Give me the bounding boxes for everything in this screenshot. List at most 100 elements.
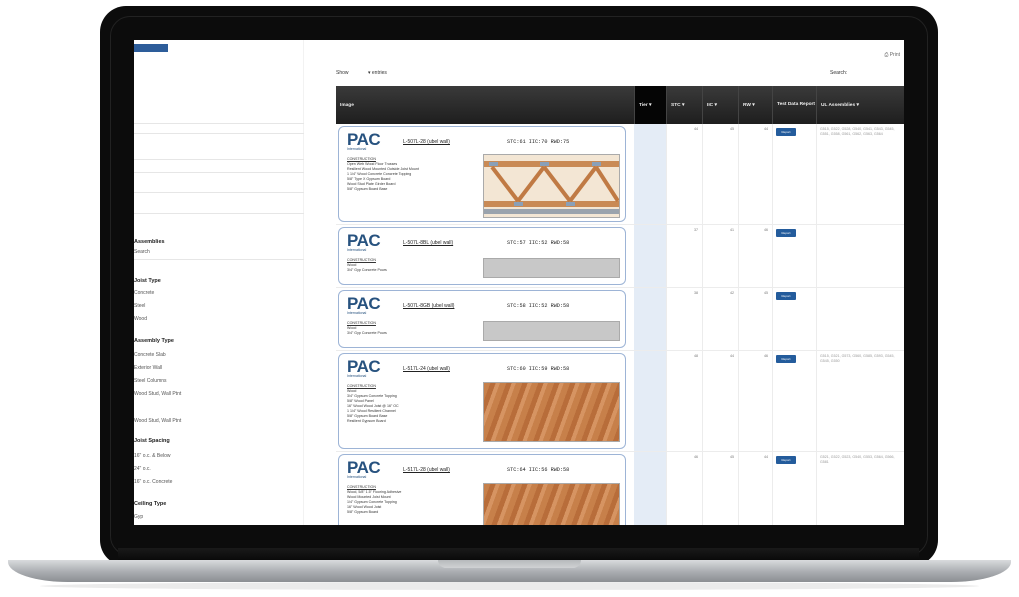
show-label: Show (336, 70, 349, 76)
sidebar-item-wood-stud-1[interactable]: Wood Stud, Wall Ptnt (134, 391, 181, 397)
print-label: Print (889, 52, 900, 58)
iic-value: 45 (730, 127, 734, 131)
stc-value: 37 (694, 228, 698, 232)
report-button[interactable]: Report (776, 229, 796, 237)
ul-assemblies-list[interactable]: G515, G522, G528, G540, G541, G543, G545… (820, 127, 902, 137)
design-link[interactable]: L-507L-8GB (ubel wall) (403, 303, 454, 309)
laptop-opening-notch (438, 560, 581, 568)
iic-value: 42 (730, 291, 734, 295)
sidebar-item-concrete[interactable]: Concrete (134, 290, 154, 296)
divider (134, 172, 304, 173)
entries-label: entries (371, 70, 387, 76)
column-header-ul-assemblies[interactable]: UL Assemblies ▾ (816, 86, 904, 124)
column-label: IIC (707, 102, 714, 108)
assembly-card[interactable]: PAC International L-507L-28 (ubel wall) … (338, 126, 626, 222)
assembly-card[interactable]: PAC International L-517L-28 (ubel wall) … (338, 454, 626, 525)
sidebar-item-steel[interactable]: Steel (134, 303, 145, 309)
sidebar-item-steel-columns[interactable]: Steel Columns (134, 378, 167, 384)
ul-assemblies-list[interactable]: G515, G521, G573, G560, G585, G593, G545… (820, 354, 902, 364)
filter-sidebar: Assemblies Search Joist Type Concrete St… (134, 40, 304, 525)
report-label: Report (781, 357, 791, 361)
sidebar-item-wood-stud-2[interactable]: Wood Stud, Wall Ptnt (134, 418, 181, 424)
column-header-tier[interactable]: Tier ▾ (634, 86, 666, 124)
tier-cell (634, 225, 666, 287)
report-label: Report (781, 130, 791, 134)
assembly-card[interactable]: PAC International L-507L-8GB (ubel wall)… (338, 290, 626, 348)
entries-select[interactable]: ▾ entries (368, 70, 387, 76)
divider (134, 159, 304, 160)
pac-logo-subtitle: International (347, 475, 367, 479)
component-list: CONSTRUCTION Open Web Wood Floor Trusses… (347, 157, 477, 192)
table-row: PAC International L-507L-8BL (ubel wall)… (336, 225, 904, 288)
tier-cell (634, 288, 666, 350)
component-list: CONSTRUCTION Wood 3/4" Gyp Concrete Pour… (347, 258, 477, 273)
pac-logo-subtitle: International (347, 311, 367, 315)
component-item: 3/4" Gyp Concrete Pours (347, 331, 387, 335)
tier-cell (634, 351, 666, 451)
table-row: PAC International L-507L-8GB (ubel wall)… (336, 288, 904, 351)
rating-summary: STC:57 IIC:52 RWD:58 (507, 240, 570, 246)
report-label: Report (781, 231, 791, 235)
sidebar-heading-assembly-type: Assembly Type (134, 338, 174, 344)
sidebar-active-tab[interactable] (134, 44, 168, 52)
rating-summary: STC:61 IIC:70 RWD:75 (507, 139, 570, 145)
sidebar-item-concrete-slab[interactable]: Concrete Slab (134, 352, 166, 358)
report-label: Report (781, 458, 791, 462)
assembly-diagram-concrete (483, 321, 620, 341)
sidebar-item-exterior-wall[interactable]: Exterior Wall (134, 365, 162, 371)
stc-value: 48 (694, 354, 698, 358)
sidebar-search-link[interactable]: Search (134, 249, 150, 255)
design-link[interactable]: L-507L-28 (ubel wall) (403, 139, 450, 145)
divider (134, 259, 304, 260)
sidebar-item-wood[interactable]: Wood (134, 316, 147, 322)
sidebar-item-spacing-16[interactable]: 16" o.c. & Below (134, 453, 171, 459)
column-header-rw[interactable]: RW ▾ (738, 86, 772, 124)
tier-cell (634, 452, 666, 525)
design-link[interactable]: L-517L-24 (ubel wall) (403, 366, 450, 372)
ul-assemblies-list[interactable]: G521, G522, G523, G540, G553, G564, G566… (820, 455, 902, 465)
table-row: PAC International L-517L-28 (ubel wall) … (336, 452, 904, 525)
column-header-iic[interactable]: IIC ▾ (702, 86, 738, 124)
print-link[interactable]: ⎙ Print (884, 52, 900, 58)
iic-value: 45 (730, 455, 734, 459)
design-link[interactable]: L-507L-8BL (ubel wall) (403, 240, 453, 246)
table-row: PAC International L-507L-28 (ubel wall) … (336, 124, 904, 225)
component-item: 3/4" Gyp Concrete Pours (347, 268, 387, 272)
column-label: Image (340, 102, 354, 108)
column-label: UL Assemblies (821, 102, 856, 108)
component-item: 5/8" Gypsum Board (347, 510, 379, 514)
assembly-card[interactable]: PAC International L-517L-24 (ubel wall) … (338, 353, 626, 449)
sidebar-item-spacing-24[interactable]: 24" o.c. (134, 466, 151, 472)
report-button[interactable]: Report (776, 456, 796, 464)
component-list: CONSTRUCTION Wood, 5/8" 1.5" Flooring Ad… (347, 485, 477, 515)
column-label: Test Data Report (777, 102, 816, 107)
laptop-screen: Assemblies Search Joist Type Concrete St… (134, 40, 904, 525)
column-header-test-data-report[interactable]: Test Data Report (772, 86, 816, 124)
pac-logo-subtitle: International (347, 374, 367, 378)
iic-value: 44 (730, 354, 734, 358)
pac-logo-subtitle: International (347, 147, 367, 151)
component-item: Resilient Gypsum Board (347, 419, 386, 423)
truss-illustration (484, 155, 619, 217)
laptop-shadow (40, 582, 979, 590)
report-button[interactable]: Report (776, 355, 796, 363)
table-header: Image Tier ▾ STC ▾ IIC ▾ RW ▾ Test Data … (336, 86, 904, 124)
component-item: 5/8" Gypsum Board Base (347, 187, 388, 191)
assembly-card[interactable]: PAC International L-507L-8BL (ubel wall)… (338, 227, 626, 285)
page-heading (330, 44, 550, 50)
sidebar-heading-joist-spacing: Joist Spacing (134, 438, 170, 444)
sidebar-item-gyp[interactable]: Gyp (134, 514, 143, 520)
column-header-stc[interactable]: STC ▾ (666, 86, 702, 124)
rw-value: 45 (764, 291, 768, 295)
report-button[interactable]: Report (776, 128, 796, 136)
assembly-diagram-truss (483, 154, 620, 218)
design-link[interactable]: L-517L-28 (ubel wall) (403, 467, 450, 473)
component-list: CONSTRUCTION Wood 3/4" Gyp Concrete Pour… (347, 321, 477, 336)
column-label: STC (671, 102, 681, 108)
sidebar-item-spacing-16-concrete[interactable]: 16" o.c. Concrete (134, 479, 172, 485)
stc-value: 44 (694, 127, 698, 131)
sidebar-heading-ceiling-type: Ceiling Type (134, 501, 167, 507)
column-header-image[interactable]: Image (336, 86, 634, 124)
report-button[interactable]: Report (776, 292, 796, 300)
divider (134, 213, 304, 214)
